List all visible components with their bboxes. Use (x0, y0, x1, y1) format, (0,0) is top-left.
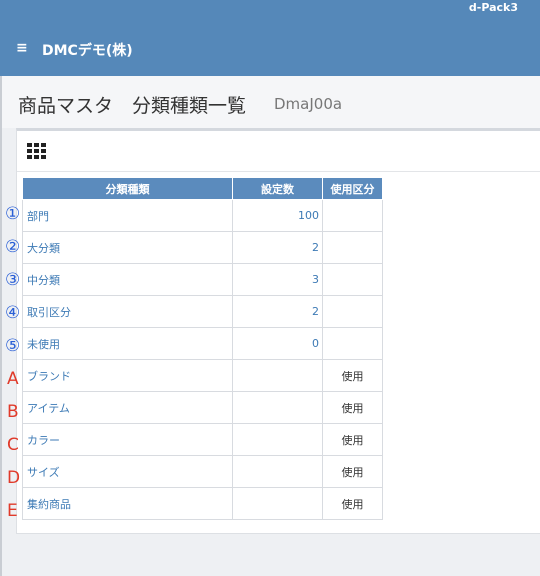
row-marker-6: A (7, 369, 19, 389)
table-row[interactable]: ブランド 使用 (22, 359, 383, 392)
table-row[interactable]: 部門 100 (22, 199, 383, 232)
category-name-cell[interactable]: 集約商品 (22, 487, 233, 520)
page-title: 商品マスタ 分類種類一覧 (18, 95, 247, 117)
row-marker-4: ④ (5, 303, 21, 323)
setting-count-cell[interactable] (232, 359, 323, 392)
category-name-cell[interactable]: ブランド (22, 359, 233, 392)
category-name-cell[interactable]: 部門 (22, 199, 233, 232)
category-name-cell[interactable]: アイテム (22, 391, 233, 424)
usage-cell: 使用 (322, 455, 383, 488)
app-header: d-Pack3 ≡ DMCデモ(株) (0, 0, 540, 76)
category-type-table: 分類種類 設定数 使用区分 部門 100 大分類 2 中分類 3 取引区分 2 未使用 0 ブランド… (22, 177, 383, 520)
setting-count-cell[interactable] (232, 391, 323, 424)
usage-cell (322, 231, 383, 264)
header-setting-count: 設定数 (232, 177, 323, 200)
row-marker-3: ③ (5, 270, 21, 290)
product-name: d-Pack3 (468, 1, 518, 14)
usage-cell: 使用 (322, 391, 383, 424)
category-name-cell[interactable]: 大分類 (22, 231, 233, 264)
table-row[interactable]: 取引区分 2 (22, 295, 383, 328)
category-name-cell[interactable]: 未使用 (22, 327, 233, 360)
setting-count-cell[interactable] (232, 487, 323, 520)
panel-toolbar (17, 131, 540, 172)
page-code: DmaJ00a (274, 95, 343, 113)
table-row[interactable]: 集約商品 使用 (22, 487, 383, 520)
usage-cell: 使用 (322, 359, 383, 392)
category-name-cell[interactable]: 取引区分 (22, 295, 233, 328)
title-bar: 商品マスタ 分類種類一覧 DmaJ00a (2, 76, 540, 128)
setting-count-cell[interactable]: 100 (232, 199, 323, 232)
setting-count-cell[interactable]: 3 (232, 263, 323, 296)
row-marker-10: E (7, 501, 18, 521)
table-row[interactable]: サイズ 使用 (22, 455, 383, 488)
menu-icon[interactable]: ≡ (16, 41, 28, 55)
setting-count-cell[interactable]: 2 (232, 295, 323, 328)
setting-count-cell[interactable]: 2 (232, 231, 323, 264)
usage-cell (322, 295, 383, 328)
category-name-cell[interactable]: カラー (22, 423, 233, 456)
left-edge (0, 76, 2, 576)
header-category-type: 分類種類 (22, 177, 233, 200)
table-row[interactable]: 未使用 0 (22, 327, 383, 360)
grid-icon[interactable] (27, 143, 47, 159)
usage-cell: 使用 (322, 487, 383, 520)
category-name-cell[interactable]: 中分類 (22, 263, 233, 296)
row-marker-5: ⑤ (5, 336, 21, 356)
usage-cell (322, 263, 383, 296)
usage-cell: 使用 (322, 423, 383, 456)
setting-count-cell[interactable] (232, 455, 323, 488)
row-marker-1: ① (5, 204, 21, 224)
table-row[interactable]: 中分類 3 (22, 263, 383, 296)
table-row[interactable]: アイテム 使用 (22, 391, 383, 424)
header-usage: 使用区分 (322, 177, 383, 200)
usage-cell (322, 199, 383, 232)
table-row[interactable]: カラー 使用 (22, 423, 383, 456)
company-name[interactable]: DMCデモ(株) (42, 40, 133, 60)
table-row[interactable]: 大分類 2 (22, 231, 383, 264)
row-marker-9: D (7, 468, 21, 488)
row-marker-7: B (7, 402, 19, 422)
table-header-row: 分類種類 設定数 使用区分 (22, 177, 383, 200)
setting-count-cell[interactable]: 0 (232, 327, 323, 360)
row-marker-2: ② (5, 237, 21, 257)
usage-cell (322, 327, 383, 360)
setting-count-cell[interactable] (232, 423, 323, 456)
category-name-cell[interactable]: サイズ (22, 455, 233, 488)
row-marker-8: C (7, 435, 19, 455)
